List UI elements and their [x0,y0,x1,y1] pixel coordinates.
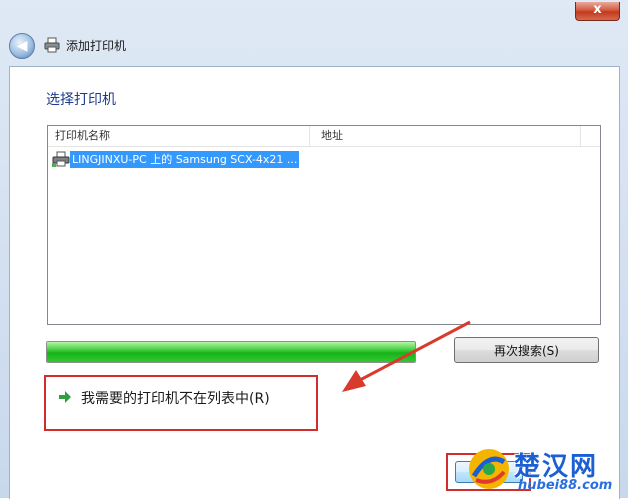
search-again-button[interactable]: 再次搜索(S) [454,337,599,363]
green-arrow-icon [59,391,71,403]
printer-list[interactable]: 打印机名称 地址 LINGJINXU-PC 上的 Samsung SCX-4x2… [47,125,601,325]
back-button[interactable]: ◀ [9,33,35,59]
window-title: 添加打印机 [66,39,127,53]
window-frame: x ◀ 添加打印机 选择打印机 打印机名称 地址 LINGJINXU-PC 上的… [0,0,628,499]
list-header: 打印机名称 地址 [48,126,600,147]
dialog-content: 选择打印机 打印机名称 地址 LINGJINXU-PC 上的 Samsung S… [9,66,620,499]
close-button[interactable]: x [575,2,620,21]
printer-not-listed-link[interactable]: 我需要的打印机不在列表中(R) [81,388,270,408]
back-arrow-icon: ◀ [16,38,28,54]
column-header-address[interactable]: 地址 [311,126,581,146]
annotation-highlight-link: 我需要的打印机不在列表中(R) [44,375,318,431]
page-title: 选择打印机 [46,92,116,108]
progress-fill [47,342,415,362]
watermark-logo [469,449,509,489]
printer-icon [52,151,70,167]
printer-icon [44,37,60,53]
navigation-bar: ◀ 添加打印机 [0,22,628,66]
column-header-name[interactable]: 打印机名称 [48,126,310,146]
search-progress-bar [46,341,416,363]
close-icon: x [593,2,602,17]
printer-name: LINGJINXU-PC 上的 Samsung SCX-4x21 ... [70,151,300,168]
list-item[interactable]: LINGJINXU-PC 上的 Samsung SCX-4x21 ... [52,150,314,169]
watermark-url: hubei88.com [518,478,613,493]
